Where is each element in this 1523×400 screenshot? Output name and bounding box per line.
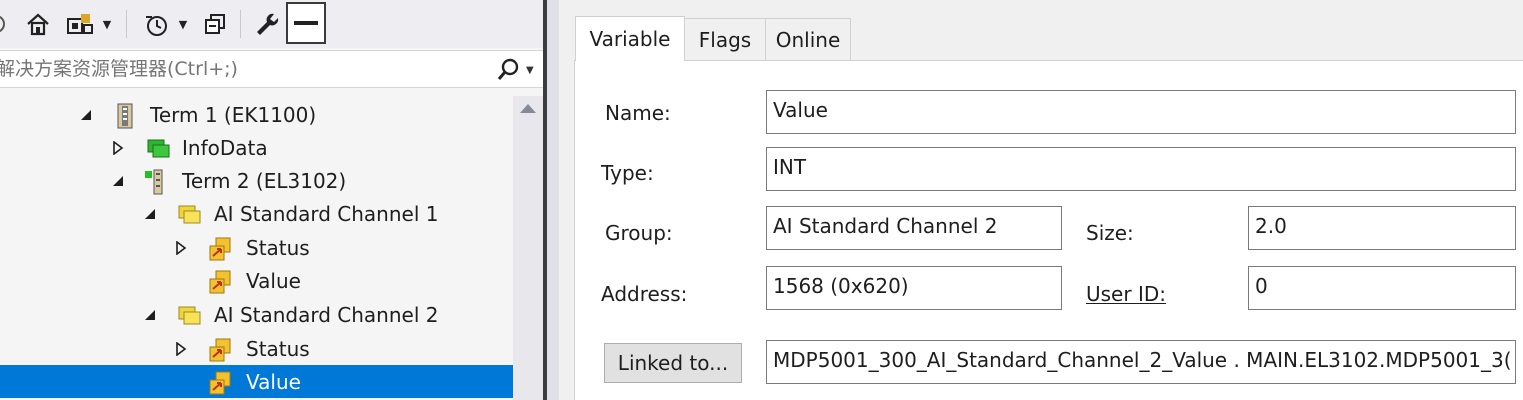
properties-pane: Variable Flags Online Name: Value Type: …: [559, 0, 1523, 400]
address-label: Address:: [601, 282, 688, 306]
ek-terminal-icon: [114, 103, 138, 128]
tree-node-status[interactable]: Status: [0, 332, 513, 365]
type-field[interactable]: INT: [766, 147, 1516, 191]
linked-to-button[interactable]: Linked to...: [604, 343, 742, 383]
group-label: Group:: [605, 221, 673, 245]
input-variable-icon: [208, 337, 232, 361]
tree-node-label: Term 2 (EL3102): [182, 168, 347, 193]
chevron-down-icon[interactable]: ▼: [98, 6, 116, 42]
expanded-icon[interactable]: [142, 307, 158, 323]
type-label: Type:: [601, 161, 654, 185]
toolbar-separator: [240, 10, 241, 38]
chevron-down-icon[interactable]: ▼: [526, 65, 534, 76]
home-icon[interactable]: [20, 6, 56, 42]
tree-scrollbar[interactable]: [513, 96, 543, 400]
switch-views-icon[interactable]: [62, 6, 98, 42]
chevron-down-icon[interactable]: ▼: [174, 6, 192, 42]
user-id-field[interactable]: 0: [1248, 266, 1516, 310]
input-variable-icon: [208, 236, 232, 260]
tree-node-infodata[interactable]: InfoData: [0, 131, 513, 164]
expanded-icon[interactable]: [110, 173, 126, 189]
sync-icon[interactable]: [0, 6, 10, 42]
tree-node-label: AI Standard Channel 2: [214, 302, 439, 327]
size-label: Size:: [1086, 221, 1134, 245]
el-terminal-icon: [144, 169, 168, 194]
address-field[interactable]: 1568 (0x620): [766, 266, 1062, 310]
tree-node-label: Value: [246, 369, 301, 394]
explorer-toolbar: ▼ ▼: [0, 0, 543, 48]
tab-online[interactable]: Online: [765, 18, 851, 60]
pane-divider-line: [543, 0, 547, 400]
input-variable-icon: [208, 269, 232, 293]
size-field[interactable]: 2.0: [1248, 206, 1516, 250]
pending-changes-icon[interactable]: [138, 6, 174, 42]
expanded-icon[interactable]: [142, 206, 158, 222]
yellow-folder-icon: [177, 202, 201, 226]
tree-node-value-selected[interactable]: Value: [0, 365, 513, 398]
collapsed-icon[interactable]: [110, 140, 126, 156]
toolbar-separator: [126, 10, 127, 38]
tree-node-label: Status: [246, 336, 310, 361]
scroll-up-arrow-icon[interactable]: [520, 104, 536, 113]
search-input[interactable]: [0, 51, 480, 87]
solution-tree: Term 1 (EK1100) InfoData Term 2 (EL3102): [0, 96, 513, 400]
name-field[interactable]: Value: [766, 90, 1516, 134]
explorer-search-bar: ▼: [0, 50, 543, 88]
tree-node-ai-channel-1[interactable]: AI Standard Channel 1: [0, 197, 513, 230]
input-variable-icon: [208, 370, 232, 394]
collapsed-icon[interactable]: [173, 341, 189, 357]
search-icon[interactable]: [496, 57, 524, 83]
tree-node-label: Term 1 (EK1100): [150, 102, 317, 127]
yellow-folder-icon: [177, 303, 201, 327]
tab-flags[interactable]: Flags: [684, 18, 766, 60]
solution-explorer: ▼ ▼ ▼ Term 1 (EK: [0, 0, 543, 400]
collapse-all-icon[interactable]: [198, 6, 232, 42]
tree-node-value[interactable]: Value: [0, 264, 513, 297]
tree-node-status[interactable]: Status: [0, 231, 513, 264]
variable-panel: Name: Value Type: INT Group: AI Standard…: [574, 60, 1523, 400]
tab-variable[interactable]: Variable: [575, 16, 685, 61]
user-id-label: User ID:: [1086, 282, 1166, 306]
tree-node-ai-channel-2[interactable]: AI Standard Channel 2: [0, 298, 513, 331]
tree-node-label: Status: [246, 235, 310, 260]
linked-to-field[interactable]: MDP5001_300_AI_Standard_Channel_2_Value …: [766, 340, 1516, 384]
tree-node-label: InfoData: [182, 135, 268, 160]
collapsed-icon[interactable]: [173, 240, 189, 256]
tree-node-label: Value: [246, 268, 301, 293]
group-field[interactable]: AI Standard Channel 2: [766, 206, 1062, 250]
name-label: Name:: [605, 101, 671, 125]
tree-node-term1[interactable]: Term 1 (EK1100): [0, 98, 513, 131]
green-folder-icon: [146, 136, 170, 160]
expanded-icon[interactable]: [78, 107, 94, 123]
auto-hide-pin-icon[interactable]: [286, 2, 326, 44]
wrench-icon[interactable]: [250, 6, 284, 42]
tree-node-label: AI Standard Channel 1: [214, 201, 439, 226]
tree-node-term2[interactable]: Term 2 (EL3102): [0, 164, 513, 197]
